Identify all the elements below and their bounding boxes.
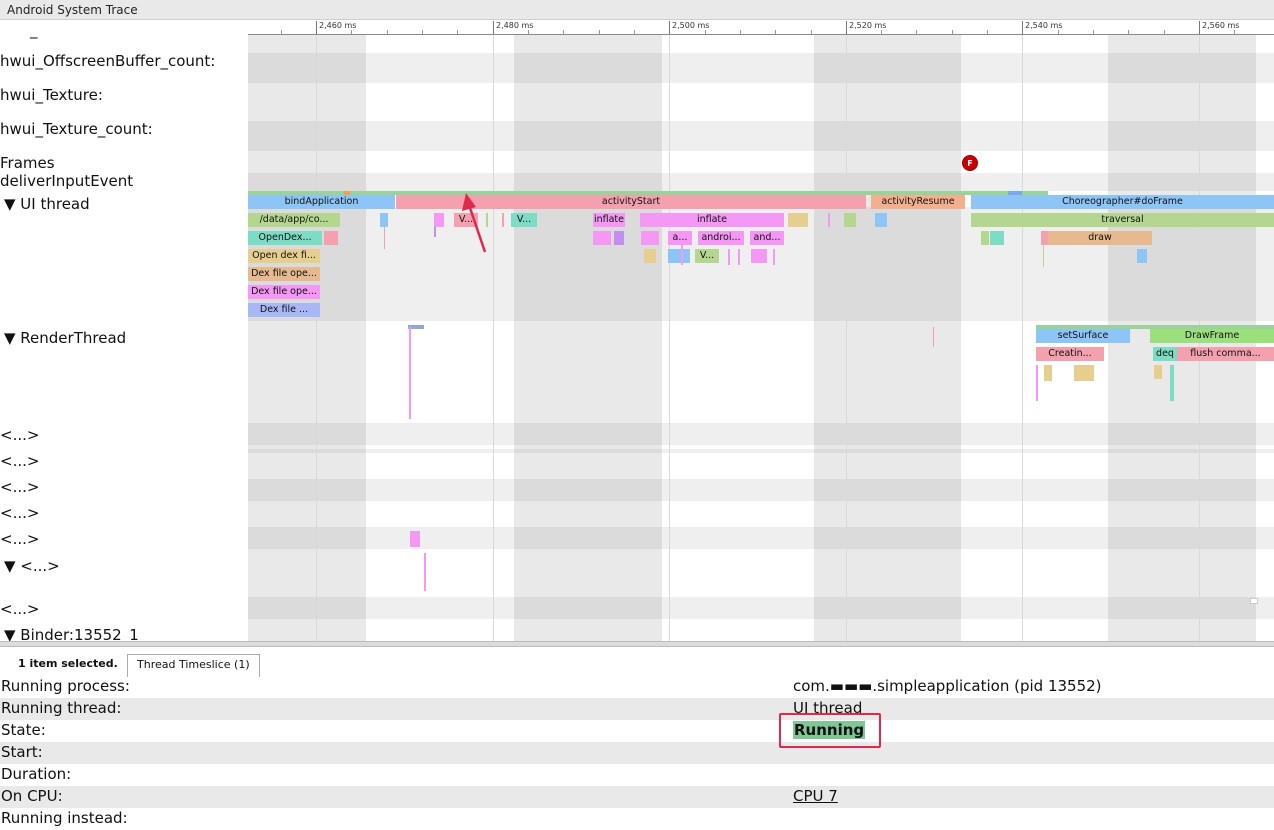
detail-label: Running process: (1, 677, 130, 695)
detail-row-state: State: Running (0, 720, 1274, 742)
track-label-ui-thread[interactable]: ▼ UI thread (4, 195, 90, 213)
detail-value: com.▬▬▬.simpleapplication (pid 13552) (793, 677, 1102, 695)
detail-label: Start: (1, 743, 43, 761)
track-labels-panel: _ hwui_OffscreenBuffer_count: hwui_Textu… (0, 21, 249, 641)
annotation-highlight-box (779, 713, 881, 748)
annotation-arrow (462, 193, 487, 253)
selection-bar: 1 item selected. Thread Timeslice (1) (0, 647, 1274, 678)
cpu-link[interactable]: CPU 7 (793, 787, 838, 805)
track-label-offscreen-buffer-count[interactable]: hwui_OffscreenBuffer_count: (0, 52, 215, 70)
track-label-binder[interactable]: ▼ Binder:13552_1 (4, 626, 139, 641)
detail-row-duration: Duration: (0, 764, 1274, 786)
track-label-render-thread[interactable]: ▼ RenderThread (4, 329, 126, 347)
window-title: Android System Trace (0, 0, 1274, 20)
track-label-unknown-3[interactable]: <...> (0, 478, 39, 496)
track-label-unknown-expanded[interactable]: ▼ <...> (4, 557, 60, 575)
track-label-texture-count[interactable]: hwui_Texture_count: (0, 120, 153, 138)
track-label-dash: _ (30, 21, 38, 39)
detail-label: Running thread: (1, 699, 122, 717)
detail-label: State: (1, 721, 46, 739)
detail-label: Running instead: (1, 809, 128, 827)
tab-thread-timeslice[interactable]: Thread Timeslice (1) (127, 654, 260, 677)
timeline-area[interactable]: 2,460 ms 2,480 ms 2,500 ms 2,520 ms 2,54… (248, 21, 1274, 641)
track-label-unknown-2[interactable]: <...> (0, 452, 39, 470)
track-label-unknown-5[interactable]: <...> (0, 530, 39, 548)
selection-count: 1 item selected. (18, 657, 118, 670)
track-label-unknown-6[interactable]: <...> (0, 600, 39, 618)
detail-label: On CPU: (1, 787, 63, 805)
track-label-unknown-4[interactable]: <...> (0, 504, 39, 522)
detail-row-running-instead: Running instead: (0, 808, 1274, 830)
track-label-texture[interactable]: hwui_Texture: (0, 86, 103, 104)
detail-label: Duration: (1, 765, 72, 783)
detail-row-running-process: Running process: com.▬▬▬.simpleapplicati… (0, 676, 1274, 698)
track-label-unknown-1[interactable]: <...> (0, 426, 39, 444)
detail-row-on-cpu: On CPU: CPU 7 (0, 786, 1274, 808)
track-label-deliver-input-event[interactable]: deliverInputEvent (0, 172, 133, 190)
track-label-frames[interactable]: Frames (0, 154, 55, 172)
detail-row-running-thread: Running thread: UI thread (0, 698, 1274, 720)
detail-row-start: Start: (0, 742, 1274, 764)
